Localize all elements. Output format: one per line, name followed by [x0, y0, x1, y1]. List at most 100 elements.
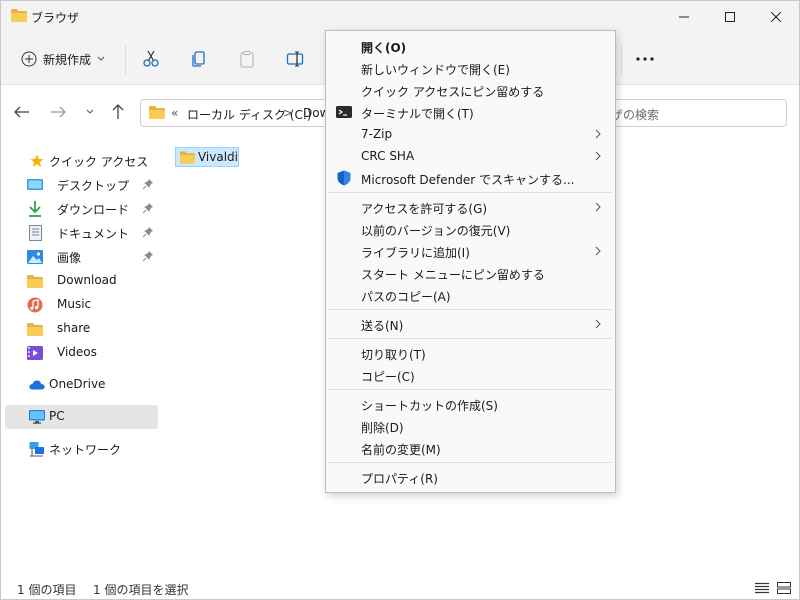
chevron-right-icon — [593, 244, 603, 258]
menu-separator — [328, 462, 613, 463]
menu-item-label: Microsoft Defender でスキャンする... — [361, 173, 575, 187]
menu-item-delete[interactable]: 削除(D) — [328, 415, 613, 437]
computer-icon — [29, 409, 45, 425]
cut-button[interactable] — [139, 47, 163, 71]
menu-item-pin-start[interactable]: スタート メニューにピン留めする — [328, 262, 613, 284]
menu-item-label: パスのコピー(A) — [361, 290, 451, 304]
sidebar-item-label: ネットワーク — [49, 443, 122, 457]
sidebar-item-share[interactable]: share — [5, 317, 158, 341]
status-bar: 1 個の項目 1 個の項目を選択 — [1, 577, 799, 599]
sidebar-item-download-folder[interactable]: Download — [5, 269, 158, 293]
sidebar-item-label: Download — [57, 273, 117, 287]
menu-item-label: アクセスを許可する(G) — [361, 202, 488, 216]
sidebar-item-label: デスクトップ — [57, 179, 130, 193]
sidebar-item-downloads[interactable]: ダウンロード — [5, 197, 158, 221]
details-view-button[interactable] — [753, 579, 771, 597]
folder-icon — [149, 106, 165, 119]
sidebar-item-pc[interactable]: PC — [5, 405, 158, 429]
pictures-icon — [27, 249, 43, 265]
sidebar-item-label: 画像 — [57, 251, 82, 265]
rename-icon — [286, 51, 304, 67]
sidebar-item-label: share — [57, 321, 91, 335]
menu-item-open-new-window[interactable]: 新しいウィンドウで開く(E) — [328, 57, 613, 79]
menu-item-restore-versions[interactable]: 以前のバージョンの復元(V) — [328, 218, 613, 240]
menu-separator — [328, 389, 613, 390]
menu-item-create-shortcut[interactable]: ショートカットの作成(S) — [328, 393, 613, 415]
close-button[interactable] — [753, 1, 799, 33]
new-button-label: 新規作成 — [43, 52, 92, 67]
menu-item-rename[interactable]: 名前の変更(M) — [328, 437, 613, 459]
pin-icon — [142, 227, 153, 238]
menu-separator — [328, 309, 613, 310]
menu-item-properties[interactable]: プロパティ(R) — [328, 466, 613, 488]
menu-item-send-to[interactable]: 送る(N) — [328, 313, 613, 335]
back-button[interactable] — [11, 100, 33, 124]
document-icon — [27, 225, 43, 241]
network-icon — [29, 441, 45, 457]
paste-button[interactable] — [235, 47, 259, 71]
menu-item-copy-path[interactable]: パスのコピー(A) — [328, 284, 613, 306]
plus-circle-icon — [21, 51, 37, 67]
music-icon — [27, 297, 43, 313]
menu-item-label: スタート メニューにピン留めする — [361, 268, 545, 282]
menu-item-cut[interactable]: 切り取り(T) — [328, 342, 613, 364]
menu-item-label: 送る(N) — [361, 319, 404, 333]
rename-button[interactable] — [283, 47, 307, 71]
folder-icon — [27, 273, 43, 289]
item-count: 1 個の項目 — [17, 583, 77, 597]
chevron-down-icon — [97, 56, 105, 61]
sidebar-item-label: クイック アクセス — [49, 155, 149, 169]
menu-item-label: ライブラリに追加(I) — [361, 246, 470, 260]
menu-item-copy[interactable]: コピー(C) — [328, 364, 613, 386]
close-icon — [771, 12, 781, 22]
menu-item-include-library[interactable]: ライブラリに追加(I) — [328, 240, 613, 262]
sidebar-item-desktop[interactable]: デスクトップ — [5, 173, 158, 197]
menu-separator — [328, 192, 613, 193]
menu-item-defender-scan[interactable]: Microsoft Defender でスキャンする... — [328, 167, 613, 189]
menu-item-give-access[interactable]: アクセスを許可する(G) — [328, 196, 613, 218]
minimize-button[interactable] — [661, 1, 707, 33]
recent-locations-button[interactable] — [79, 100, 101, 124]
sidebar-item-label: Music — [57, 297, 92, 311]
new-button[interactable]: 新規作成 — [15, 45, 111, 73]
pin-icon — [142, 251, 153, 262]
file-item-vivaldi[interactable]: Vivaldi — [175, 147, 239, 167]
forward-button[interactable] — [47, 100, 69, 124]
menu-item-label: 7-Zip — [361, 127, 393, 141]
sidebar-item-documents[interactable]: ドキュメント — [5, 221, 158, 245]
menu-item-pin-quick-access[interactable]: クイック アクセスにピン留めする — [328, 79, 613, 101]
sidebar-item-videos[interactable]: Videos — [5, 341, 158, 365]
chevron-right-icon — [593, 317, 603, 331]
menu-item-label: 切り取り(T) — [361, 348, 426, 362]
menu-item-open[interactable]: 開く(O) — [328, 35, 613, 57]
sidebar-item-quick-access[interactable]: クイック アクセス — [5, 149, 158, 173]
sidebar-item-music[interactable]: Music — [5, 293, 158, 317]
sidebar-item-network[interactable]: ネットワーク — [5, 437, 158, 461]
maximize-button[interactable] — [707, 1, 753, 33]
more-options-button[interactable] — [631, 47, 659, 71]
menu-item-crc-sha[interactable]: CRC SHA — [328, 145, 613, 167]
copy-button[interactable] — [187, 47, 211, 71]
search-input[interactable]: ザの検索 — [601, 99, 787, 127]
menu-item-label: 以前のバージョンの復元(V) — [361, 224, 511, 238]
tiles-view-button[interactable] — [775, 579, 793, 597]
star-icon — [29, 153, 45, 169]
menu-item-7zip[interactable]: 7-Zip — [328, 123, 613, 145]
sidebar-item-onedrive[interactable]: OneDrive — [5, 373, 158, 397]
up-button[interactable] — [107, 100, 129, 124]
pin-icon — [142, 203, 153, 214]
title-bar[interactable]: ブラウザ — [1, 1, 799, 33]
defender-shield-icon — [337, 170, 351, 186]
search-placeholder: ザの検索 — [611, 108, 660, 122]
pin-icon — [142, 179, 153, 190]
sidebar-item-pictures[interactable]: 画像 — [5, 245, 158, 269]
breadcrumb-separator[interactable]: > — [283, 106, 293, 120]
breadcrumb-overflow[interactable]: « — [171, 106, 178, 120]
menu-item-label: クイック アクセスにピン留めする — [361, 85, 545, 99]
command-separator — [125, 45, 126, 75]
more-icon — [636, 57, 654, 61]
videos-icon — [27, 345, 43, 361]
menu-item-open-terminal[interactable]: ターミナルで開く(T) — [328, 101, 613, 123]
address-bar[interactable]: « ローカル ディスク (C:) > Dow — [140, 99, 330, 127]
desktop-icon — [27, 177, 43, 193]
